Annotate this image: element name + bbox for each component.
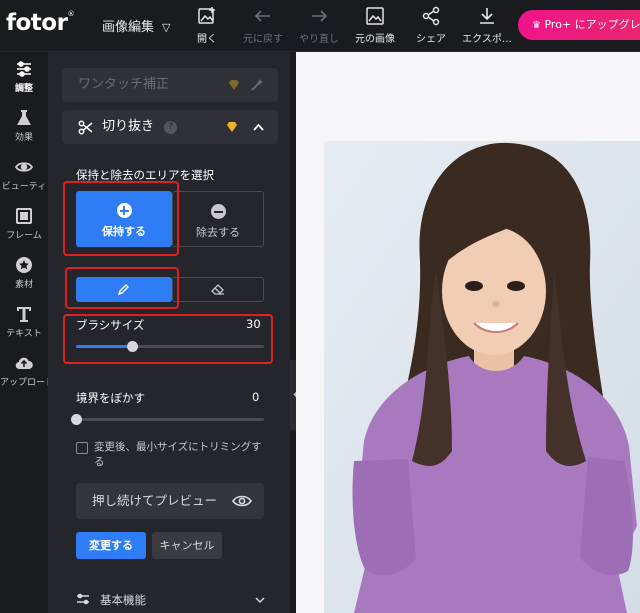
apply-button[interactable]: 変更する	[76, 532, 146, 559]
portrait-illustration	[324, 141, 640, 613]
nav-beauty[interactable]: ビューティ	[0, 158, 48, 192]
crop-section-header[interactable]: 切り抜き ?	[62, 110, 278, 144]
share-button[interactable]: シェア	[405, 6, 457, 45]
chevron-up-icon[interactable]	[253, 123, 264, 131]
one-touch-fix-button[interactable]: ワンタッチ補正	[62, 68, 278, 102]
scissors-icon	[78, 120, 93, 135]
redo-button[interactable]: やり直し	[293, 6, 345, 45]
open-button[interactable]: 開く	[181, 6, 233, 45]
highlight-keep-box	[63, 181, 179, 256]
sliders-icon	[17, 61, 31, 77]
eraser-icon	[211, 284, 224, 295]
nav-effects[interactable]: 効果	[0, 109, 48, 143]
edited-photo[interactable]	[324, 141, 640, 613]
top-bar: fotor® 画像編集 ▽ 開く 元に戻す やり直し 元の画像 シェア エクスポ……	[0, 0, 640, 52]
feather-value: 0	[252, 390, 260, 404]
remove-area-button[interactable]: 除去する	[172, 191, 264, 247]
highlight-brush-box	[65, 267, 179, 309]
left-nav: 調整 効果 ビューティ フレーム 素材 テキスト アップロード	[0, 52, 48, 613]
cancel-button[interactable]: キャンセル	[152, 532, 222, 559]
redo-arrow-icon	[312, 10, 328, 22]
flask-icon	[17, 110, 31, 125]
help-icon[interactable]: ?	[164, 121, 178, 134]
star-icon	[16, 257, 32, 273]
nav-upload[interactable]: アップロード	[0, 354, 48, 388]
highlight-brush-size-box	[63, 314, 273, 364]
fotor-logo[interactable]: fotor®	[6, 10, 74, 36]
undo-button[interactable]: 元に戻す	[237, 6, 289, 45]
eye-icon	[232, 495, 252, 507]
trim-checkbox-label: 変更後、最小サイズにトリミングする	[94, 441, 262, 468]
feather-knob[interactable]	[71, 414, 82, 425]
open-image-icon	[198, 7, 215, 24]
original-image-icon	[366, 7, 384, 25]
sliders-icon	[77, 593, 89, 605]
diamond-icon	[227, 122, 237, 132]
nav-elements[interactable]: 素材	[0, 256, 48, 290]
cloud-upload-icon	[15, 357, 33, 370]
feather-label: 境界をぼかす	[76, 391, 145, 405]
nav-adjust[interactable]: 調整	[0, 60, 48, 94]
undo-arrow-icon	[254, 10, 270, 22]
text-t-icon	[17, 307, 31, 322]
download-icon	[480, 8, 494, 24]
trim-checkbox[interactable]	[76, 442, 88, 454]
hold-preview-button[interactable]: 押し続けてプレビュー	[76, 483, 264, 519]
nav-frame[interactable]: フレーム	[0, 207, 48, 241]
diamond-icon	[229, 80, 239, 90]
crown-icon: ♛	[532, 20, 541, 31]
magic-wand-icon	[251, 79, 263, 91]
original-image-button[interactable]: 元の画像	[349, 6, 401, 45]
minus-circle-icon	[210, 204, 226, 219]
adjust-panel: ワンタッチ補正 切り抜き ? 保持と除去のエリアを選択 保持する 除去する ブラ…	[48, 52, 290, 613]
upgrade-pro-button[interactable]: ♛ Pro+ にアップグレードす	[518, 10, 640, 40]
nav-text[interactable]: テキスト	[0, 305, 48, 339]
chevron-down-icon[interactable]	[255, 597, 265, 604]
feather-slider[interactable]	[71, 414, 264, 425]
eye-icon	[15, 162, 33, 172]
image-edit-menu[interactable]: 画像編集 ▽	[102, 16, 170, 35]
eraser-tool-button[interactable]	[172, 277, 264, 302]
export-button[interactable]: エクスポ…	[459, 6, 515, 45]
frame-icon	[16, 208, 32, 224]
basic-functions-section[interactable]: 基本機能	[76, 592, 146, 608]
share-icon	[422, 6, 440, 26]
chevron-down-icon: ▽	[162, 21, 171, 34]
